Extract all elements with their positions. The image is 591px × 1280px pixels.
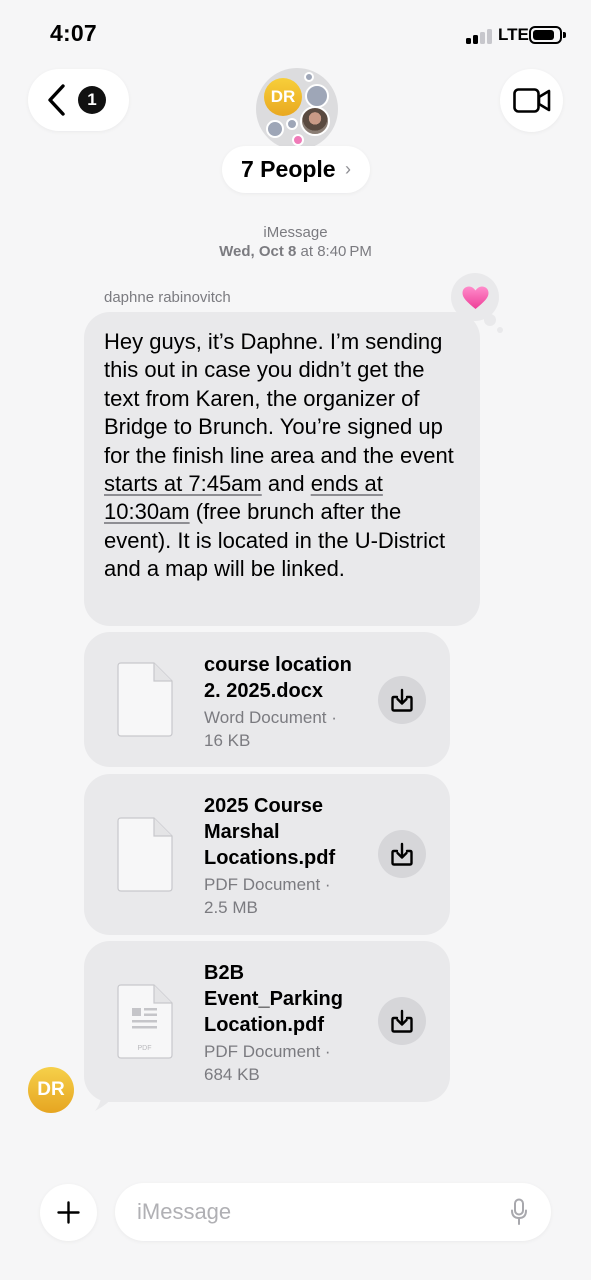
- heart-icon: [462, 286, 489, 309]
- attachment-type: PDF Document ·: [204, 875, 331, 894]
- download-icon: [391, 842, 413, 866]
- member-icon: [304, 72, 314, 82]
- attachment-card[interactable]: 2025 Course Marshal Locations.pdf PDF Do…: [84, 774, 450, 935]
- chevron-right-icon: ›: [345, 159, 351, 179]
- attachment-size: 684 KB: [204, 1065, 260, 1084]
- pdf-document-icon: PDF: [117, 984, 173, 1059]
- attachment-name: course location 2. 2025.docx: [204, 654, 352, 702]
- message-input-placeholder: iMessage: [137, 1199, 232, 1224]
- member-photo: [300, 106, 330, 136]
- member-icon: [292, 134, 304, 146]
- document-icon: [117, 662, 173, 737]
- tapback-tail: [497, 327, 503, 333]
- download-icon: [391, 1009, 413, 1033]
- service-label: iMessage: [263, 224, 328, 241]
- video-camera-icon: [513, 88, 551, 113]
- download-icon: [391, 688, 413, 712]
- attachment-type: Word Document ·: [204, 708, 337, 727]
- pdf-icon-label: PDF: [138, 1045, 152, 1052]
- bubble-tail: [95, 1090, 114, 1111]
- attachment-card[interactable]: course location 2. 2025.docx Word Docume…: [84, 632, 450, 767]
- member-icon: [266, 120, 284, 138]
- attachment-size: 16 KB: [204, 731, 251, 750]
- attachment-size: 2.5 MB: [204, 898, 258, 917]
- network-type: LTE: [498, 25, 529, 44]
- video-call-button[interactable]: [500, 69, 563, 132]
- group-title: 7 People: [241, 156, 336, 182]
- group-title-button[interactable]: 7 People ›: [222, 146, 370, 193]
- status-time: 4:07: [50, 20, 97, 46]
- sender-name: daphne rabinovitch: [104, 289, 231, 306]
- cellular-signal-icon: [466, 28, 494, 44]
- unread-badge: 1: [78, 86, 106, 114]
- attachment-name: B2B Event_Parking Location.pdf: [204, 962, 343, 1036]
- battery-icon: [529, 26, 566, 44]
- attachment-type: PDF Document ·: [204, 1042, 331, 1061]
- tapback-bubble[interactable]: [451, 273, 499, 321]
- message-timestamp: Wed, Oct 8 at 8:40 PM: [219, 243, 372, 260]
- sender-avatar[interactable]: DR: [28, 1067, 74, 1113]
- message-bubble[interactable]: Hey guys, it’s Daphne. I’m sending this …: [84, 312, 480, 626]
- member-icon: [305, 84, 329, 108]
- avatar-initials: DR: [264, 78, 302, 116]
- download-button[interactable]: [378, 676, 426, 724]
- member-icon: [286, 118, 298, 130]
- group-avatar[interactable]: DR: [256, 68, 338, 150]
- download-button[interactable]: [378, 997, 426, 1045]
- attachment-name: 2025 Course Marshal Locations.pdf: [204, 795, 336, 869]
- message-input[interactable]: iMessage: [115, 1183, 551, 1241]
- document-icon: [117, 817, 173, 892]
- add-attachment-button[interactable]: [40, 1184, 97, 1241]
- plus-icon: [57, 1201, 80, 1224]
- chevron-left-icon: [48, 84, 65, 116]
- microphone-icon[interactable]: [510, 1198, 528, 1226]
- back-button[interactable]: 1: [28, 69, 129, 131]
- download-button[interactable]: [378, 830, 426, 878]
- attachment-card[interactable]: PDF B2B Event_Parking Location.pdf PDF D…: [84, 941, 450, 1102]
- date-link[interactable]: starts at 7:45am: [104, 471, 262, 496]
